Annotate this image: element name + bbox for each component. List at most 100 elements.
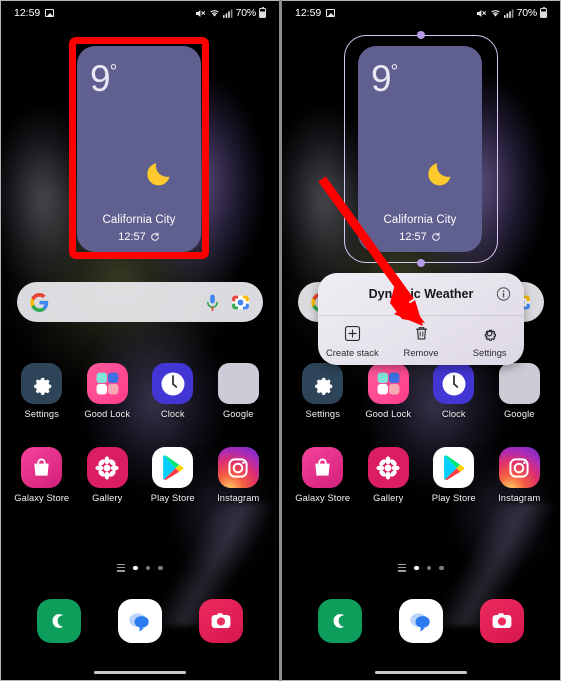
page-dot[interactable] — [158, 565, 163, 571]
app-row-1: Settings Good Lock Clock Google — [1, 363, 279, 419]
app-label: Galaxy Store — [295, 493, 351, 503]
app-galaxy-store[interactable]: Galaxy Store — [293, 447, 353, 503]
resize-handle-bottom[interactable] — [417, 259, 425, 267]
app-row-2: Galaxy Store Gallery Play Store Instagra… — [1, 447, 279, 503]
trash-icon — [413, 325, 430, 342]
mute-icon — [476, 9, 487, 18]
page-dot[interactable] — [439, 565, 444, 571]
page-dot[interactable] — [414, 565, 419, 571]
dock — [282, 599, 560, 643]
wifi-icon — [490, 9, 501, 18]
app-label: Gallery — [92, 493, 123, 503]
app-label: Good Lock — [365, 409, 412, 419]
phone-icon[interactable] — [318, 599, 363, 643]
instagram-icon — [498, 447, 540, 488]
app-galaxy-store[interactable]: Galaxy Store — [12, 447, 72, 503]
app-label: Clock — [441, 409, 466, 419]
app-label: Instagram — [498, 493, 541, 503]
google-folder-icon — [217, 363, 259, 404]
status-time: 12:59 — [14, 7, 41, 19]
settings-action[interactable]: Settings — [455, 325, 524, 358]
clock-icon — [152, 363, 194, 404]
app-label: Google — [503, 409, 535, 419]
app-folder-google[interactable]: Google — [489, 363, 549, 419]
moon-icon — [145, 156, 177, 188]
camera-icon[interactable] — [479, 599, 524, 643]
remove-action[interactable]: Remove — [387, 325, 456, 358]
weather-widget[interactable]: 9° California City 12:57 — [77, 46, 201, 252]
app-label: Instagram — [217, 493, 260, 503]
google-lens-icon[interactable] — [231, 293, 250, 312]
battery-percent: 70% — [516, 7, 538, 19]
create-stack-action[interactable]: Create stack — [318, 325, 387, 358]
app-label: Gallery — [373, 493, 404, 503]
messages-icon[interactable] — [398, 599, 443, 643]
screenshot-pair: 12:59 70% 9° California City 12:57 Setti… — [0, 0, 561, 681]
photo-icon — [45, 9, 55, 17]
app-instagram[interactable]: Instagram — [489, 447, 549, 503]
app-list-icon[interactable] — [398, 564, 407, 572]
app-play-store[interactable]: Play Store — [143, 447, 203, 503]
phone-screenshot-left: 12:59 70% 9° California City 12:57 Setti… — [0, 0, 279, 681]
instagram-icon — [217, 447, 259, 488]
phone-screenshot-right: 12:59 70% 9° California City 12:57 Dynam… — [282, 0, 561, 681]
app-label: Good Lock — [84, 409, 131, 419]
gear-icon — [481, 325, 498, 342]
google-search-bar[interactable] — [17, 282, 263, 322]
app-clock[interactable]: Clock — [424, 363, 484, 419]
wifi-icon — [209, 9, 220, 18]
page-dot[interactable] — [426, 565, 432, 571]
widget-temperature: 9° — [90, 58, 117, 99]
phone-icon[interactable] — [37, 599, 82, 643]
gallery-icon — [367, 447, 409, 488]
refresh-icon[interactable] — [150, 232, 160, 242]
page-indicator[interactable] — [282, 564, 560, 572]
mute-icon — [195, 9, 206, 18]
navigation-bar[interactable] — [1, 670, 279, 674]
dock — [1, 599, 279, 643]
app-gallery[interactable]: Gallery — [77, 447, 137, 503]
status-bar: 12:59 70% — [282, 1, 560, 25]
photo-icon — [326, 9, 336, 17]
info-icon[interactable] — [496, 287, 511, 302]
google-folder-icon — [498, 363, 540, 404]
app-folder-google[interactable]: Google — [208, 363, 268, 419]
page-dot[interactable] — [145, 565, 151, 571]
status-time: 12:59 — [295, 7, 322, 19]
widget-selection-frame — [344, 35, 498, 263]
app-clock[interactable]: Clock — [143, 363, 203, 419]
context-menu-title: Dynamic Weather — [318, 273, 524, 315]
signal-icon — [222, 8, 233, 18]
app-play-store[interactable]: Play Store — [424, 447, 484, 503]
app-grid: Settings Good Lock Clock Google Galaxy S… — [282, 363, 560, 503]
app-label: Play Store — [150, 493, 195, 503]
camera-icon[interactable] — [198, 599, 243, 643]
good-lock-icon — [367, 363, 409, 404]
app-instagram[interactable]: Instagram — [208, 447, 268, 503]
app-label: Galaxy Store — [14, 493, 70, 503]
plus-square-icon — [344, 325, 361, 342]
resize-handle-top[interactable] — [417, 31, 425, 39]
app-good-lock[interactable]: Good Lock — [358, 363, 418, 419]
messages-icon[interactable] — [117, 599, 162, 643]
app-gallery[interactable]: Gallery — [358, 447, 418, 503]
clock-icon — [433, 363, 475, 404]
app-list-icon[interactable] — [117, 564, 126, 572]
play-store-icon — [433, 447, 475, 488]
signal-icon — [503, 8, 514, 18]
app-settings[interactable]: Settings — [12, 363, 72, 419]
app-label: Google — [222, 409, 254, 419]
navigation-bar[interactable] — [282, 670, 560, 674]
play-store-icon — [152, 447, 194, 488]
page-indicator[interactable] — [1, 564, 279, 572]
app-label: Play Store — [431, 493, 476, 503]
app-label: Settings — [305, 409, 340, 419]
status-bar: 12:59 70% — [1, 1, 279, 25]
microphone-icon[interactable] — [205, 293, 220, 312]
app-settings[interactable]: Settings — [293, 363, 353, 419]
battery-icon — [540, 6, 547, 18]
gallery-icon — [86, 447, 128, 488]
app-good-lock[interactable]: Good Lock — [77, 363, 137, 419]
app-label: Settings — [24, 409, 59, 419]
page-dot[interactable] — [133, 565, 138, 571]
